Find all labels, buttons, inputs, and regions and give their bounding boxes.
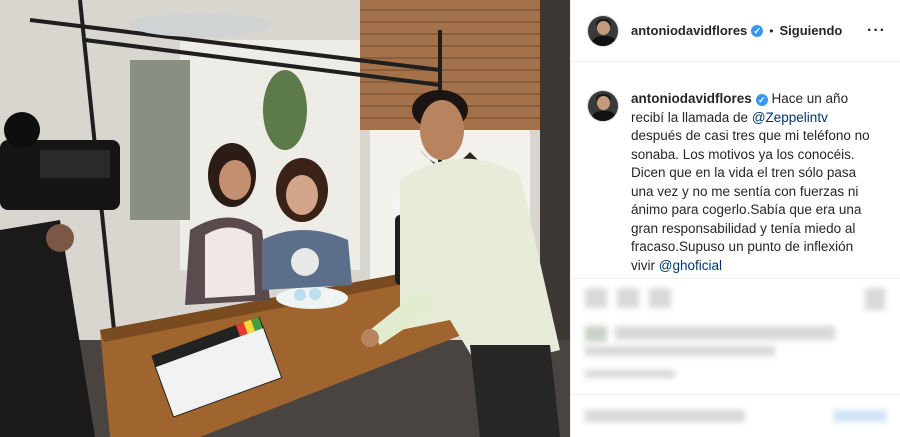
like-icon[interactable] bbox=[585, 288, 607, 308]
caption-avatar[interactable] bbox=[587, 90, 619, 122]
caption: antoniodavidflores ✓ Hace un año recibí l… bbox=[571, 62, 900, 275]
blurred-actions-divider bbox=[571, 278, 900, 279]
caption-text: antoniodavidflores ✓ Hace un año recibí l… bbox=[631, 90, 876, 275]
plant bbox=[263, 70, 307, 150]
add-comment-input[interactable] bbox=[585, 410, 745, 422]
photo-scene bbox=[0, 0, 570, 437]
comment-divider bbox=[571, 394, 900, 395]
header-username[interactable]: antoniodavidflores bbox=[631, 23, 747, 38]
caption-part-2: después de casi tres que mi teléfono no … bbox=[631, 128, 870, 273]
liked-by-text bbox=[615, 326, 835, 340]
separator-dot: • bbox=[769, 23, 774, 38]
plant-shelf bbox=[130, 60, 190, 220]
mention-ghoficial[interactable]: @ghoficial bbox=[659, 258, 722, 273]
verified-badge-icon: ✓ bbox=[751, 24, 764, 37]
post-header: antoniodavidflores ✓ • Siguiendo ··· bbox=[571, 0, 900, 62]
mention-zeppelintv[interactable]: @Zeppelintv bbox=[752, 110, 828, 125]
caption-username[interactable]: antoniodavidflores bbox=[631, 91, 752, 106]
more-options-icon[interactable]: ··· bbox=[867, 22, 886, 40]
share-icon[interactable] bbox=[649, 288, 671, 308]
publish-button[interactable] bbox=[833, 410, 887, 422]
liked-by-avatar bbox=[585, 326, 607, 342]
bowl bbox=[130, 13, 270, 37]
verified-badge-icon: ✓ bbox=[755, 94, 768, 106]
bookmark-icon[interactable] bbox=[865, 288, 885, 310]
comment-icon[interactable] bbox=[617, 288, 639, 308]
post-date bbox=[585, 370, 675, 378]
post-sidebar: antoniodavidflores ✓ • Siguiendo ··· ant… bbox=[570, 0, 900, 437]
avatar[interactable] bbox=[587, 14, 619, 47]
likes-detail-text bbox=[585, 346, 775, 356]
post-photo[interactable] bbox=[0, 0, 570, 437]
following-button[interactable]: Siguiendo bbox=[780, 23, 843, 38]
instagram-post: antoniodavidflores ✓ • Siguiendo ··· ant… bbox=[0, 0, 900, 437]
